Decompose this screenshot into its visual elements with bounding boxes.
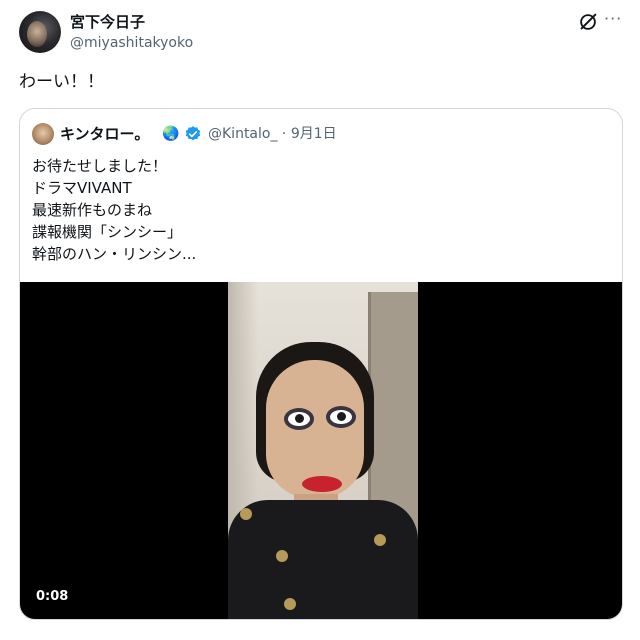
jacket-button: [374, 534, 386, 546]
quoted-text-line: 諜報機関「シンシー」: [32, 223, 183, 241]
jacket-button: [284, 598, 296, 610]
quoted-tweet[interactable]: キンタロー。 🌏 @Kintalo_ · 9月1日 お待たせしました！ ドラマV…: [19, 108, 623, 620]
video-person-eye: [284, 408, 314, 430]
video-frame: [228, 282, 418, 619]
grok-icon[interactable]: [577, 11, 599, 33]
quoted-author-avatar[interactable]: [32, 123, 54, 145]
author-avatar[interactable]: [19, 11, 61, 53]
jacket-button: [276, 550, 288, 562]
author-handle[interactable]: @miyashitakyoko: [70, 33, 193, 53]
verified-badge-icon: [185, 126, 201, 141]
quoted-handle-date[interactable]: @Kintalo_ · 9月1日: [208, 124, 337, 144]
video-player[interactable]: 0:08: [20, 282, 622, 619]
video-person-jacket: [228, 500, 418, 619]
quoted-text-line: 最速新作ものまね: [32, 201, 153, 219]
video-timestamp: 0:08: [36, 589, 69, 604]
quoted-text: お待たせしました！ ドラマVIVANT 最速新作ものまね 諜報機関「シンシー」 …: [32, 155, 196, 265]
tweet: 宮下今日子 @miyashitakyoko ··· わーい！！ キンタロー。 🌏…: [0, 0, 640, 640]
tweet-text: わーい！！: [19, 72, 104, 92]
video-person-eye: [326, 406, 356, 428]
more-icon[interactable]: ···: [604, 8, 622, 30]
quoted-text-line: ドラマVIVANT: [32, 179, 132, 197]
quoted-text-line: お待たせしました！: [32, 157, 168, 175]
quoted-text-line: 幹部のハン・リンシン...: [32, 245, 197, 263]
jacket-button: [240, 508, 252, 520]
video-person-lips: [302, 476, 342, 492]
author-name[interactable]: 宮下今日子: [70, 12, 145, 32]
globe-icon: 🌏: [162, 126, 180, 142]
quoted-author-name[interactable]: キンタロー。: [60, 124, 149, 144]
